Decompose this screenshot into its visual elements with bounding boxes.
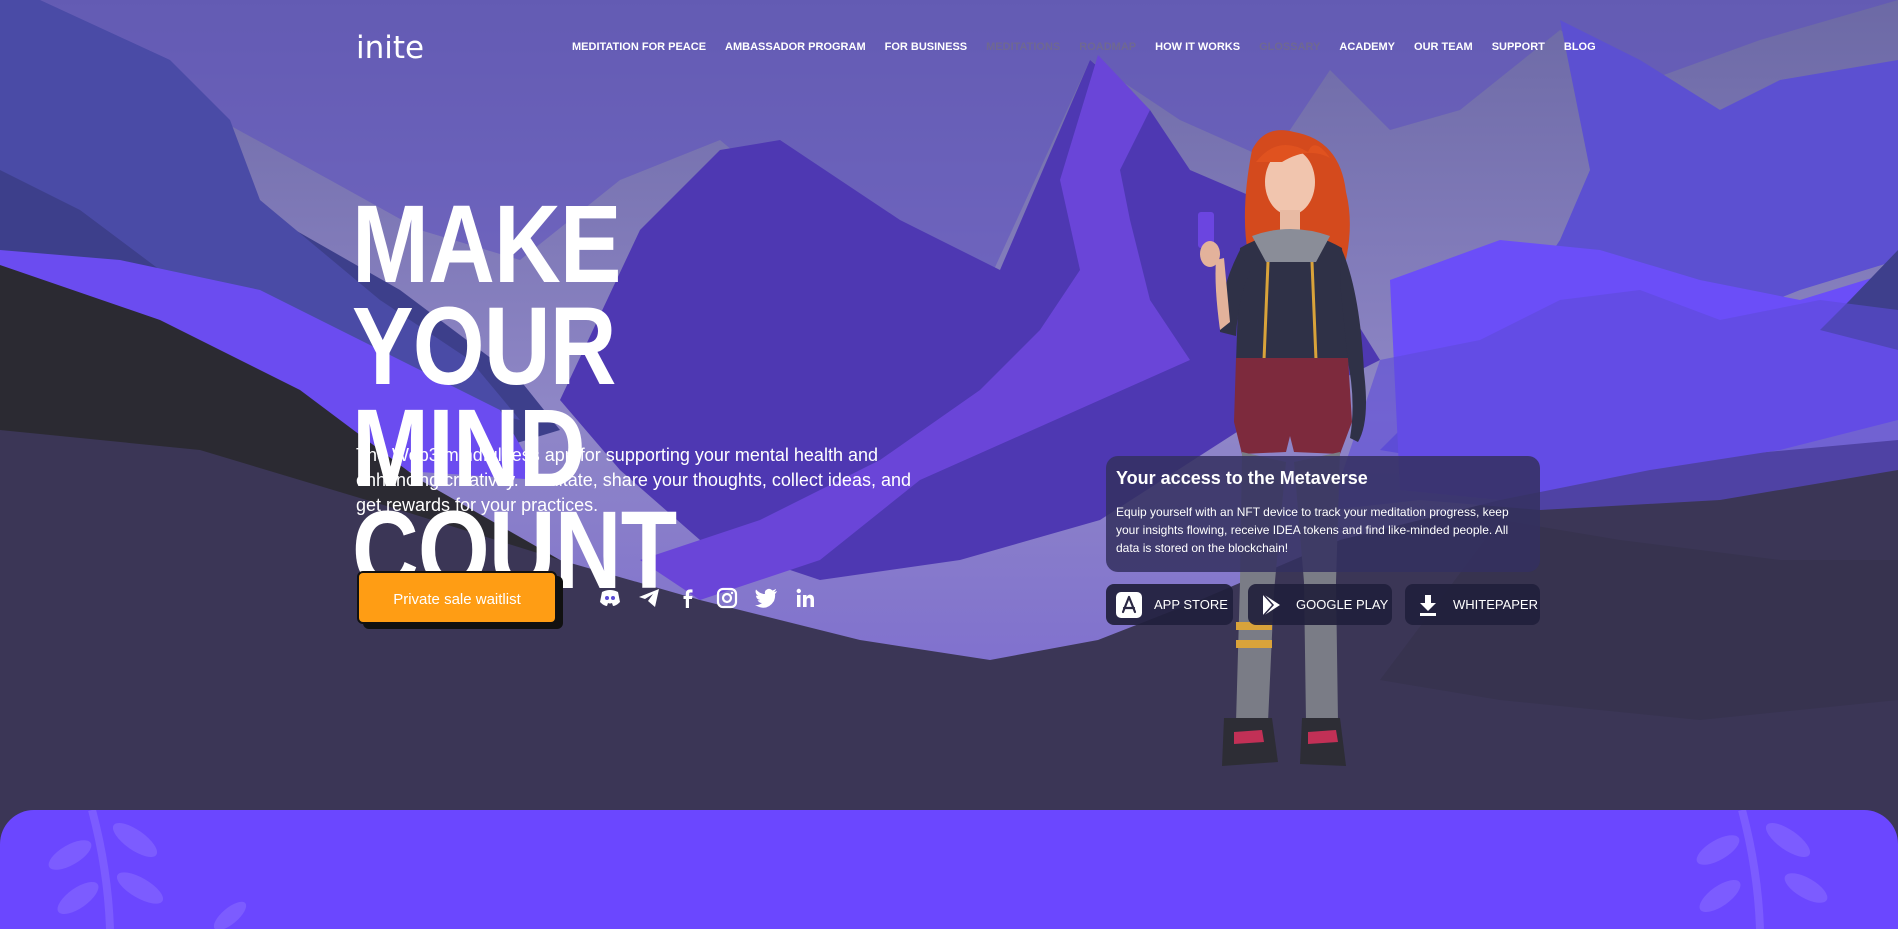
download-buttons: APP STORE GOOGLE PLAY WHITEPAPER bbox=[1106, 584, 1540, 625]
nav-meditation-for-peace[interactable]: MEDITATION FOR PEACE bbox=[572, 41, 706, 53]
mountain-background bbox=[0, 0, 1898, 929]
download-icon bbox=[1415, 592, 1441, 618]
hero-title-line-1: MAKE YOUR bbox=[352, 183, 622, 408]
app-store-label: APP STORE bbox=[1154, 597, 1228, 612]
app-store-icon bbox=[1116, 591, 1142, 618]
twitter-icon[interactable] bbox=[754, 587, 778, 609]
metaverse-card-title: Your access to the Metaverse bbox=[1116, 468, 1368, 488]
inite-logo[interactable]: inite bbox=[356, 30, 424, 66]
nav-ambassador-program[interactable]: AMBASSADOR PROGRAM bbox=[725, 41, 866, 53]
app-store-button[interactable]: APP STORE bbox=[1106, 584, 1233, 625]
metaverse-info-card: Your access to the Metaverse Equip yours… bbox=[1106, 456, 1540, 572]
google-play-label: GOOGLE PLAY bbox=[1296, 597, 1389, 612]
nav-support[interactable]: SUPPORT bbox=[1492, 41, 1545, 53]
nav-how-it-works[interactable]: HOW IT WORKS bbox=[1155, 41, 1240, 53]
top-navigation: inite MEDITATION FOR PEACE AMBASSADOR PR… bbox=[0, 0, 1898, 96]
nav-glossary[interactable]: GLOSSARY bbox=[1259, 41, 1320, 53]
nav-meditations[interactable]: MEDITATIONS bbox=[986, 41, 1060, 53]
footer-band bbox=[0, 810, 1898, 929]
google-play-icon bbox=[1258, 592, 1284, 618]
metaverse-card-text: Equip yourself with an NFT device to tra… bbox=[1116, 505, 1509, 555]
discord-icon[interactable] bbox=[598, 587, 622, 609]
hero-title: MAKE YOUR MIND COUNT bbox=[352, 183, 806, 606]
facebook-icon[interactable] bbox=[676, 587, 700, 609]
whitepaper-label: WHITEPAPER bbox=[1453, 597, 1538, 612]
avatar-character-illustration bbox=[1198, 130, 1366, 766]
nav-academy[interactable]: ACADEMY bbox=[1339, 41, 1395, 53]
nav-for-business[interactable]: FOR BUSINESS bbox=[885, 41, 968, 53]
private-sale-waitlist-button[interactable]: Private sale waitlist bbox=[357, 571, 557, 624]
instagram-icon[interactable] bbox=[715, 587, 739, 609]
telegram-icon[interactable] bbox=[637, 587, 661, 609]
nav-blog[interactable]: BLOG bbox=[1564, 41, 1596, 53]
nav-roadmap[interactable]: ROADMAP bbox=[1079, 41, 1136, 53]
whitepaper-button[interactable]: WHITEPAPER bbox=[1405, 584, 1540, 625]
nav-our-team[interactable]: OUR TEAM bbox=[1414, 41, 1473, 53]
google-play-button[interactable]: GOOGLE PLAY bbox=[1248, 584, 1392, 625]
hero-description: The Web3 mindfulness app for supporting … bbox=[356, 445, 911, 515]
social-links bbox=[598, 587, 817, 609]
linkedin-icon[interactable] bbox=[793, 587, 817, 609]
main-menu: MEDITATION FOR PEACE AMBASSADOR PROGRAM … bbox=[572, 41, 1596, 53]
